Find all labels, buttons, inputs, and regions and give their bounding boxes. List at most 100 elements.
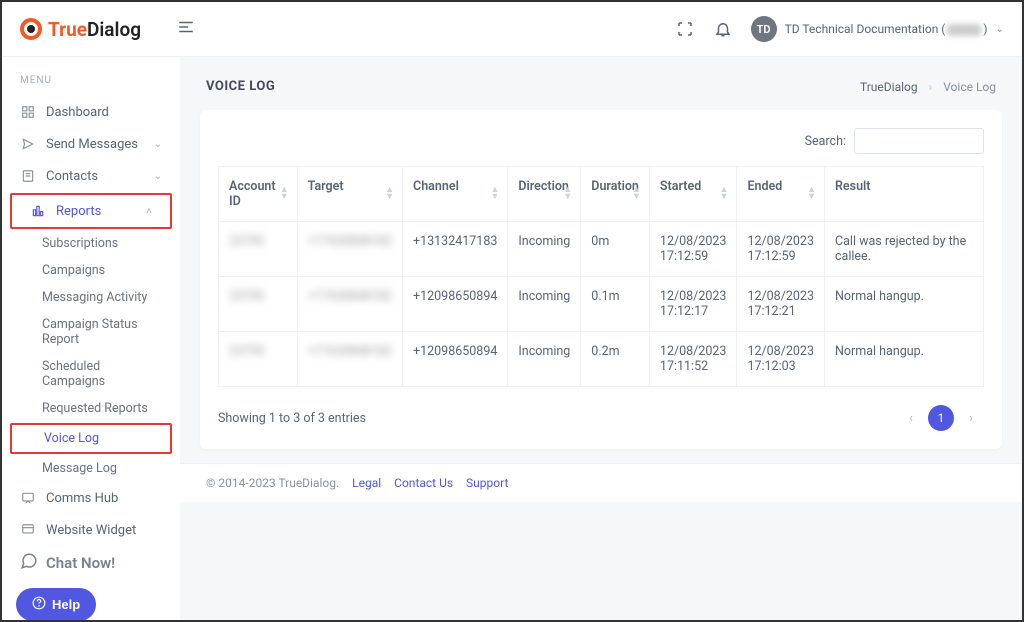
sidebar-sub-voice-log[interactable]: Voice Log [12, 425, 170, 452]
user-name-label: TD Technical Documentation () [785, 22, 988, 36]
bell-icon[interactable] [713, 19, 733, 39]
send-icon [20, 136, 36, 152]
highlight-voice-log: Voice Log [10, 423, 172, 454]
reports-icon [30, 203, 46, 219]
search-label: Search: [805, 134, 846, 149]
highlight-reports: Reports ˄ [10, 193, 172, 229]
cell-target: +17630848182 [297, 277, 402, 332]
cell-account-id: 23795 [219, 277, 298, 332]
sidebar-item-contacts[interactable]: Contacts ⌄ [2, 160, 180, 192]
breadcrumb-root[interactable]: TrueDialog [860, 80, 918, 94]
chevron-up-icon: ˄ [146, 206, 152, 217]
col-ended[interactable]: Ended▲▼ [737, 167, 825, 222]
sidebar-item-label: Send Messages [46, 137, 138, 152]
footer-link-contact[interactable]: Contact Us [394, 476, 453, 490]
avatar: TD [751, 16, 777, 42]
col-direction[interactable]: Direction▲▼ [508, 167, 581, 222]
cell-result: Call was rejected by the callee. [824, 222, 983, 277]
table-info: Showing 1 to 3 of 3 entries [218, 411, 366, 426]
sidebar-sub-subscriptions[interactable]: Subscriptions [2, 230, 180, 257]
cell-direction: Incoming [508, 332, 581, 387]
search-input[interactable] [854, 128, 984, 154]
breadcrumb-separator-icon: › [929, 80, 933, 94]
copyright: © 2014-2023 TrueDialog. [206, 476, 339, 490]
cell-account-id: 23795 [219, 332, 298, 387]
chat-now-button[interactable]: Chat Now! [16, 546, 166, 588]
sidebar-item-send-messages[interactable]: Send Messages ⌄ [2, 128, 180, 160]
help-button[interactable]: Help [16, 588, 96, 620]
cell-ended: 12/08/202317:12:59 [737, 222, 825, 277]
sort-icon: ▲▼ [490, 187, 499, 201]
breadcrumb: TrueDialog › Voice Log [860, 80, 996, 94]
sidebar-sub-requested-reports[interactable]: Requested Reports [2, 395, 180, 422]
sidebar-item-label: Comms Hub [46, 491, 118, 506]
sort-icon: ▲▼ [720, 187, 729, 201]
page-current-button[interactable]: 1 [928, 405, 954, 431]
cell-duration: 0.2m [581, 332, 650, 387]
footer-link-support[interactable]: Support [466, 476, 508, 490]
table-row: 23795+17630848182+12098650894Incoming0.2… [219, 332, 984, 387]
footer: © 2014-2023 TrueDialog. Legal Contact Us… [180, 463, 1022, 502]
voice-log-card: Search: Account ID▲▼ Target▲▼ Channel▲▼ … [200, 110, 1002, 449]
cell-started: 12/08/202317:12:59 [649, 222, 737, 277]
col-started[interactable]: Started▲▼ [649, 167, 737, 222]
chat-icon [20, 490, 36, 506]
table-row: 23795+17630848182+12098650894Incoming0.1… [219, 277, 984, 332]
cell-direction: Incoming [508, 277, 581, 332]
menu-toggle-button[interactable] [177, 18, 195, 40]
col-duration[interactable]: Duration▲▼ [581, 167, 650, 222]
cell-target: +17630848182 [297, 222, 402, 277]
sidebar-sub-messaging-activity[interactable]: Messaging Activity [2, 284, 180, 311]
cell-result: Normal hangup. [824, 332, 983, 387]
widget-icon [20, 522, 36, 538]
page-title: VOICE LOG [206, 79, 275, 94]
table-row: 23795+17630848182+13132417183Incoming0m1… [219, 222, 984, 277]
sidebar-item-dashboard[interactable]: Dashboard [2, 96, 180, 128]
dashboard-icon [20, 104, 36, 120]
cell-channel: +12098650894 [403, 277, 508, 332]
cell-started: 12/08/202317:11:52 [649, 332, 737, 387]
pagination: ‹ 1 › [898, 405, 984, 431]
brand-name: TrueDialog [48, 18, 141, 41]
sidebar-sub-message-log[interactable]: Message Log [2, 455, 180, 482]
sidebar-sub-scheduled-campaigns[interactable]: Scheduled Campaigns [2, 353, 180, 395]
sidebar-sub-campaign-status[interactable]: Campaign Status Report [2, 311, 180, 353]
sidebar-item-website-widget[interactable]: Website Widget [2, 514, 180, 546]
brand-accent: True [48, 18, 87, 41]
cell-result: Normal hangup. [824, 277, 983, 332]
sidebar-sub-campaigns[interactable]: Campaigns [2, 257, 180, 284]
chevron-down-icon: ⌄ [154, 139, 162, 150]
sidebar-item-reports[interactable]: Reports ˄ [12, 195, 170, 227]
chevron-down-icon: ⌄ [996, 24, 1004, 35]
chat-bubble-icon [20, 552, 38, 574]
col-result[interactable]: Result [824, 167, 983, 222]
cell-duration: 0.1m [581, 277, 650, 332]
sidebar: MENU Dashboard Send Messages ⌄ Contacts … [2, 57, 180, 620]
sort-icon: ▲▼ [632, 187, 641, 201]
menu-section-label: MENU [2, 75, 180, 96]
sort-icon: ▲▼ [280, 187, 289, 201]
fullscreen-icon[interactable] [675, 19, 695, 39]
brand-logo[interactable]: TrueDialog [20, 18, 141, 41]
page-next-button[interactable]: › [958, 405, 984, 431]
cell-target: +17630848182 [297, 332, 402, 387]
col-account-id[interactable]: Account ID▲▼ [219, 167, 298, 222]
cell-duration: 0m [581, 222, 650, 277]
cell-channel: +13132417183 [403, 222, 508, 277]
cell-ended: 12/08/202317:12:03 [737, 332, 825, 387]
sidebar-item-label: Contacts [46, 169, 98, 184]
sidebar-item-comms-hub[interactable]: Comms Hub [2, 482, 180, 514]
voice-log-table: Account ID▲▼ Target▲▼ Channel▲▼ Directio… [218, 166, 984, 387]
col-channel[interactable]: Channel▲▼ [403, 167, 508, 222]
user-menu[interactable]: TD TD Technical Documentation () ⌄ [751, 16, 1004, 42]
main-content: VOICE LOG TrueDialog › Voice Log Search:… [180, 57, 1022, 620]
chat-now-label: Chat Now! [46, 554, 115, 572]
sidebar-item-label: Reports [56, 204, 101, 219]
logo-mark-icon [20, 18, 42, 40]
page-prev-button[interactable]: ‹ [898, 405, 924, 431]
sidebar-item-label: Dashboard [46, 105, 109, 120]
topbar: TrueDialog TD TD Technical Documentation… [2, 2, 1022, 57]
col-target[interactable]: Target▲▼ [297, 167, 402, 222]
footer-link-legal[interactable]: Legal [352, 476, 381, 490]
cell-started: 12/08/202317:12:17 [649, 277, 737, 332]
